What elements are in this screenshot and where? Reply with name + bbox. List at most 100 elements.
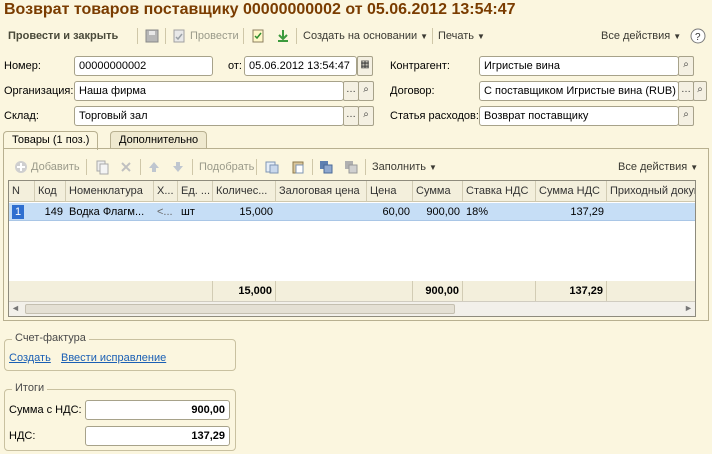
fill-menu[interactable]: Заполнить ▼ [372, 159, 437, 175]
invoice-correction-link[interactable]: Ввести исправление [61, 352, 166, 364]
row-cell-deposit[interactable] [276, 203, 367, 221]
row-cell-n: 1 [9, 203, 35, 221]
scroll-left-icon[interactable]: ◄ [11, 303, 20, 313]
calendar-icon[interactable]: ▦ [357, 56, 373, 76]
row-cell-vat-sum[interactable]: 137,29 [536, 203, 607, 221]
download-icon[interactable] [275, 28, 291, 44]
row-cell-receipt-doc[interactable] [607, 203, 695, 221]
help-icon[interactable]: ? [690, 28, 706, 44]
col-header-n[interactable]: N [9, 181, 35, 202]
post-and-close-button[interactable]: Провести и закрыть [8, 28, 118, 44]
footer-qty-total: 15,000 [213, 281, 276, 301]
organization-label: Организация: [4, 85, 74, 97]
pick-button[interactable]: Подобрать [199, 159, 254, 175]
dropdown-arrow-icon: ▼ [429, 163, 437, 172]
scroll-right-icon[interactable]: ► [684, 303, 693, 313]
contract-field[interactable]: С поставщиком Игристые вина (RUB) [479, 81, 679, 101]
horizontal-scrollbar[interactable]: ◄ ► [9, 301, 695, 316]
col-header-receipt-doc[interactable]: Приходный докум [607, 181, 695, 202]
table-all-actions-label: Все действия [618, 161, 688, 173]
select-button[interactable]: … [343, 81, 359, 101]
col-header-deposit[interactable]: Залоговая цена [276, 181, 367, 202]
col-header-code[interactable]: Код [35, 181, 66, 202]
search-icon[interactable]: ⌕ [358, 81, 374, 101]
row-cell-vat-rate[interactable]: 18% [463, 203, 536, 221]
row-cell-char[interactable]: <... [154, 203, 178, 221]
row-cell-sum[interactable]: 900,00 [413, 203, 463, 221]
date-field[interactable]: 05.06.2012 13:54:47 [244, 56, 357, 76]
select-button[interactable]: … [343, 106, 359, 126]
select-button[interactable]: … [678, 81, 694, 101]
search-icon[interactable]: ⌕ [678, 106, 694, 126]
save-icon[interactable] [144, 28, 160, 44]
main-toolbar: Провести и закрыть Провести Создать на о… [0, 24, 712, 48]
counterparty-field[interactable]: Игристые вина [479, 56, 679, 76]
col-header-qty[interactable]: Количес... [213, 181, 276, 202]
col-header-vat-sum[interactable]: Сумма НДС [536, 181, 607, 202]
footer-blank [9, 281, 213, 301]
col-header-sum[interactable]: Сумма [413, 181, 463, 202]
footer-sum-total: 900,00 [413, 281, 463, 301]
invoice-create-link[interactable]: Создать [9, 352, 51, 364]
copy-rows-icon[interactable] [264, 159, 280, 175]
sum-with-vat-value: 900,00 [85, 400, 230, 420]
row-cell-code: 149 [44, 206, 63, 218]
dropdown-arrow-icon: ▼ [420, 32, 429, 41]
col-header-unit[interactable]: Ед. ... [178, 181, 213, 202]
sum-with-vat-label: Сумма с НДС: [9, 404, 82, 416]
expense-label: Статья расходов: [390, 110, 479, 122]
warehouse-label: Склад: [4, 110, 39, 122]
vat-label: НДС: [9, 430, 36, 442]
copy-icon[interactable] [94, 159, 110, 175]
add-icon[interactable] [13, 159, 29, 175]
search-icon[interactable]: ⌕ [678, 56, 694, 76]
footer-blank [607, 281, 695, 301]
add-button[interactable]: Добавить [31, 159, 80, 175]
col-header-price[interactable]: Цена [367, 181, 413, 202]
svg-text:?: ? [695, 32, 701, 43]
print-menu[interactable]: Печать ▼ [438, 28, 485, 44]
col-header-char[interactable]: Х... [154, 181, 178, 202]
table-all-actions-menu[interactable]: Все действия ▼ [618, 159, 698, 175]
date-label: от: [228, 60, 242, 72]
footer-blank [276, 281, 413, 301]
row-number: 1 [12, 205, 25, 219]
col-header-item[interactable]: Номенклатура [66, 181, 154, 202]
vat-value: 137,29 [85, 426, 230, 446]
number-field[interactable]: 00000000002 [74, 56, 213, 76]
dropdown-arrow-icon: ▼ [690, 163, 699, 172]
post-button[interactable]: Провести [190, 28, 239, 44]
goods-table[interactable]: N Код Номенклатура Х... Ед. ... Количес.… [8, 180, 696, 317]
report-icon[interactable] [250, 28, 266, 44]
create-based-on-menu[interactable]: Создать на основании ▼ [303, 28, 428, 44]
col-header-vat-rate[interactable]: Ставка НДС [463, 181, 536, 202]
search-icon[interactable]: ⌕ [358, 106, 374, 126]
row-cell-item[interactable]: Водка Флагм... [66, 203, 154, 221]
paste-rows-icon[interactable] [290, 159, 306, 175]
organization-field[interactable]: Наша фирма [74, 81, 344, 101]
invoice-group-title: Счет-фактура [12, 332, 89, 344]
move-up-icon[interactable] [146, 159, 162, 175]
row-cell-qty[interactable]: 15,000 [213, 203, 276, 221]
scrollbar-thumb[interactable] [25, 304, 455, 314]
contract-label: Договор: [390, 85, 435, 97]
tab-additional[interactable]: Дополнительно [110, 131, 208, 149]
number-label: Номер: [4, 60, 41, 72]
delete-icon[interactable] [118, 159, 134, 175]
search-icon[interactable]: ⌕ [693, 81, 707, 101]
post-icon[interactable] [171, 28, 187, 44]
dropdown-arrow-icon: ▼ [673, 32, 682, 41]
expense-field[interactable]: Возврат поставщику [479, 106, 679, 126]
print-label: Печать [438, 30, 475, 42]
counterparty-label: Контрагент: [390, 60, 450, 72]
move-down-icon[interactable] [170, 159, 186, 175]
group-paste-icon[interactable] [343, 159, 359, 175]
warehouse-field[interactable]: Торговый зал [74, 106, 344, 126]
group-copy-icon[interactable] [318, 159, 334, 175]
dropdown-arrow-icon: ▼ [477, 32, 485, 41]
row-cell-price[interactable]: 60,00 [367, 203, 413, 221]
all-actions-menu[interactable]: Все действия ▼ [601, 28, 681, 44]
row-cell-unit[interactable]: шт [178, 203, 213, 221]
create-based-on-label: Создать на основании [303, 30, 418, 42]
window-title: Возврат товаров поставщику 00000000002 о… [4, 1, 516, 18]
